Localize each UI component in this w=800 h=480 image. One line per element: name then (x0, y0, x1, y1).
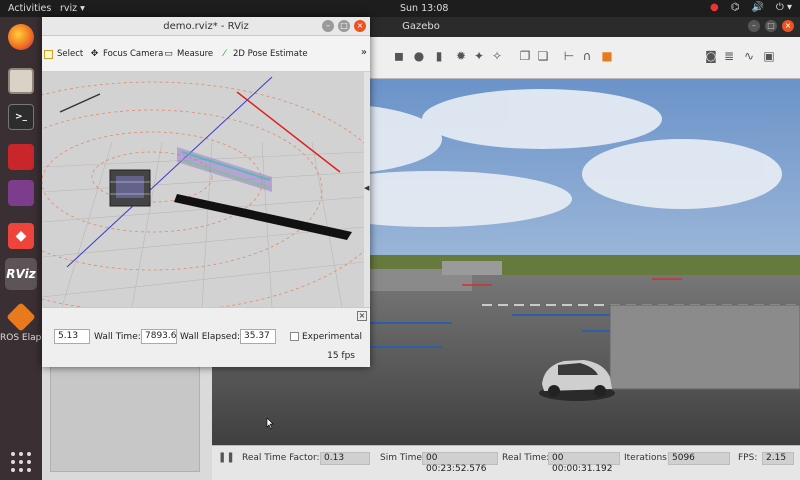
rviz-window-title: demo.rviz* - RViz (163, 21, 249, 32)
app-menu[interactable]: rviz ▾ (60, 3, 85, 14)
real-time-label: Real Time: (502, 453, 550, 463)
rviz-window: demo.rviz* - RViz – □ × Select ✥ Focus C… (42, 17, 370, 367)
wall-elapsed-field[interactable]: 35.37 (240, 329, 276, 344)
close-button[interactable]: × (354, 20, 366, 32)
select-icon (44, 49, 53, 59)
log-icon[interactable]: ≣ (722, 49, 736, 63)
rviz-car-model (109, 169, 151, 207)
power-icon[interactable]: ⏻ ▾ (776, 2, 792, 13)
sim-time-value: 00 00:23:52.576 (422, 452, 498, 474)
point-light-icon[interactable]: ✦ (472, 49, 486, 63)
gazebo-status-bar: ❚❚ Real Time Factor: 0.13 Sim Time: 00 0… (212, 445, 800, 480)
cylinder-icon[interactable]: ▮ (432, 49, 446, 63)
top-bar: Activities rviz ▾ Sun 13:08 ● ⌬ 🔊 ⏻ ▾ (0, 0, 800, 17)
experimental-checkbox[interactable] (290, 332, 299, 341)
change-view-icon[interactable]: ■ (600, 49, 614, 63)
desktop: Gazebo – □ × ◼ ● ▮ ✹ ✦ ✧ ❐ ❏ ⊢ ∩ ■ ◙ ≣ ∿… (0, 0, 800, 480)
mouse-cursor-icon (266, 418, 274, 430)
box-icon[interactable]: ◼ (392, 49, 406, 63)
pose-estimate-icon: ⁄ (223, 48, 226, 59)
clock[interactable]: Sun 13:08 (400, 3, 448, 14)
firefox-icon[interactable] (5, 21, 37, 53)
align-icon[interactable]: ⊢ (562, 49, 576, 63)
rviz-fps-label: 15 fps (327, 351, 355, 361)
pose-estimate-button[interactable]: ⁄ 2D Pose Estimate (220, 49, 308, 59)
plot-icon[interactable]: ∿ (742, 49, 756, 63)
rviz-title-bar[interactable]: demo.rviz* - RViz – □ × (42, 17, 370, 36)
files-icon[interactable] (5, 65, 37, 97)
sun-light-icon[interactable]: ✹ (454, 49, 468, 63)
focus-camera-icon: ✥ (90, 48, 99, 59)
gazebo-icon[interactable] (5, 301, 37, 333)
volume-icon[interactable]: 🔊 (751, 2, 763, 13)
media-icon[interactable] (5, 177, 37, 209)
record-icon[interactable]: ● (710, 2, 719, 13)
fps-value: 2.15 (762, 452, 794, 465)
snap-icon[interactable]: ∩ (580, 49, 594, 63)
select-tool-button[interactable]: Select (44, 49, 83, 59)
wall-elapsed-label: Wall Elapsed: (180, 332, 241, 342)
network-icon[interactable]: ⌬ (731, 2, 740, 13)
real-time-value: 00 00:00:31.192 (548, 452, 620, 474)
wall-block (609, 304, 800, 390)
video-record-icon[interactable]: ▣ (762, 49, 776, 63)
show-applications-icon[interactable] (11, 452, 31, 472)
maximize-button[interactable]: □ (338, 20, 350, 32)
collapse-arrow-icon[interactable]: ◀ (364, 184, 369, 192)
building (442, 261, 502, 275)
iterations-label: Iterations: (624, 453, 670, 463)
rviz-toolbar: Select ✥ Focus Camera ▭ Measure ⁄ 2D Pos… (42, 36, 370, 72)
sim-time-label: Sim Time: (380, 453, 425, 463)
terminal-icon[interactable]: >_ (5, 101, 37, 133)
activities-button[interactable]: Activities (8, 3, 51, 14)
wall-time-label: Wall Time: (94, 332, 141, 342)
dock: >_ ◆ RViz (0, 17, 42, 480)
anydesk-icon[interactable]: ◆ (5, 220, 37, 252)
experimental-label: Experimental (302, 332, 363, 342)
copy-icon[interactable]: ❐ (518, 49, 532, 63)
measure-button[interactable]: ▭ Measure (164, 49, 213, 59)
rviz-icon[interactable]: RViz (5, 258, 37, 290)
more-tools-button[interactable]: » (361, 47, 367, 58)
rviz-3d-viewport[interactable] (42, 72, 364, 307)
screenshot-icon[interactable]: ◙ (704, 49, 718, 63)
ros-elapsed-field[interactable]: 5.13 (54, 329, 90, 344)
focus-camera-button[interactable]: ✥ Focus Camera (90, 48, 164, 59)
close-time-panel-icon[interactable]: × (357, 311, 367, 321)
rviz-scene (42, 72, 364, 307)
spot-light-icon[interactable]: ✧ (490, 49, 504, 63)
rviz-panel-splitter[interactable]: ◀ (364, 72, 370, 307)
maximize-button[interactable]: □ (765, 20, 777, 32)
pause-icon[interactable]: ❚❚ (218, 452, 235, 463)
measure-icon: ▭ (164, 48, 173, 59)
paste-icon[interactable]: ❏ (536, 49, 550, 63)
close-button[interactable]: × (782, 20, 794, 32)
minimize-button[interactable]: – (748, 20, 760, 32)
wall-time-field[interactable]: 7893.62 (141, 329, 177, 344)
minimize-button[interactable]: – (322, 20, 334, 32)
sphere-icon[interactable]: ● (412, 49, 426, 63)
iterations-value: 5096 (668, 452, 730, 465)
gazebo-window-title: Gazebo (402, 21, 440, 32)
real-time-factor-value: 0.13 (320, 452, 370, 465)
real-time-factor-label: Real Time Factor: (242, 453, 320, 463)
fps-label: FPS: (738, 453, 758, 463)
app-icon[interactable] (5, 141, 37, 173)
rviz-time-panel: × 5.13 Wall Time: 7893.62 Wall Elapsed: … (42, 307, 370, 367)
system-tray[interactable]: ● ⌬ 🔊 ⏻ ▾ (710, 2, 792, 13)
